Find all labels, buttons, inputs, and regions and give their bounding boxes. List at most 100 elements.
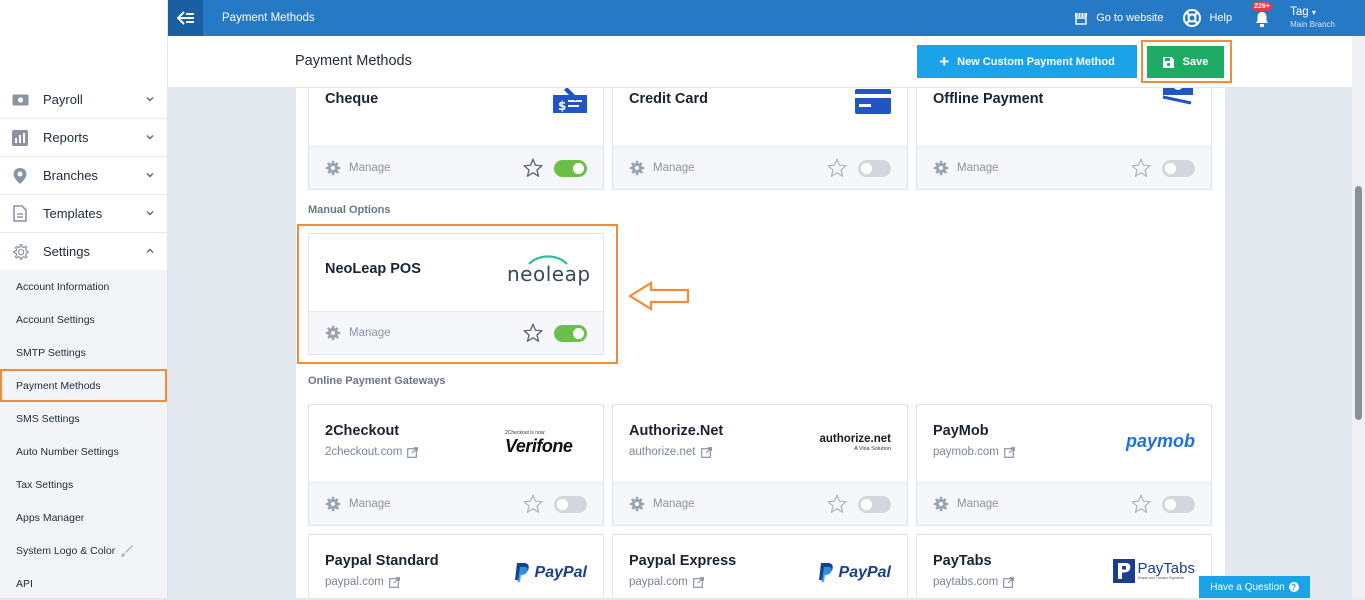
card-website-link[interactable]: paypal.com: [629, 576, 704, 588]
gear-icon: [325, 496, 341, 512]
gear-icon: [11, 243, 29, 261]
card-2checkout: 2Checkout 2checkout.com 2Checkout is now…: [308, 404, 604, 526]
toggle-knob: [861, 499, 872, 510]
paytabs-logo: PayTabs Simple and Trusted Payments: [1113, 559, 1195, 583]
card-title: Paypal Express: [629, 553, 737, 569]
help-label: Help: [1209, 12, 1233, 24]
card-paypal-standard: Paypal Standard paypal.com PayPal: [308, 534, 604, 598]
sidebar-item-account-settings[interactable]: Account Settings: [0, 303, 167, 336]
topbar-actions: Go to website Help 226+ Tag ▾ Main Branc…: [1074, 0, 1365, 36]
verifone-logo: 2Checkout is now Verifone: [505, 430, 587, 460]
card-footer: Manage: [309, 482, 603, 525]
card-title: Offline Payment: [933, 91, 1044, 107]
star-icon[interactable]: [1131, 494, 1151, 513]
manage-link[interactable]: Manage: [629, 496, 695, 512]
logo-small-text: Simple and Trusted Payments: [1137, 576, 1185, 581]
sidebar-item-label: Templates: [43, 206, 103, 221]
card-title: Paypal Standard: [325, 553, 439, 569]
help-link[interactable]: Help: [1183, 9, 1232, 27]
manage-link[interactable]: Manage: [933, 160, 999, 176]
sidebar-item-account-information[interactable]: Account Information: [0, 270, 167, 303]
caret-down-icon: ▾: [1311, 8, 1316, 18]
sidebar-item-tax-settings[interactable]: Tax Settings: [0, 468, 167, 501]
sidebar-item-api[interactable]: API: [0, 567, 167, 600]
enable-toggle[interactable]: [858, 160, 891, 177]
manage-label: Manage: [957, 162, 999, 174]
card-link-text: authorize.net: [629, 446, 696, 458]
have-a-question-button[interactable]: Have a Question ?: [1199, 576, 1310, 598]
toggle-knob: [861, 163, 872, 174]
chevron-up-icon: [146, 248, 154, 253]
logo-text: PayPal: [838, 563, 891, 581]
sidebar-item-auto-number-settings[interactable]: Auto Number Settings: [0, 435, 167, 468]
manage-label: Manage: [653, 498, 695, 510]
enable-toggle[interactable]: [1162, 496, 1195, 513]
sidebar-item-smtp-settings[interactable]: SMTP Settings: [0, 336, 167, 369]
enable-toggle[interactable]: [1162, 160, 1195, 177]
section-online-gateways: Online Payment Gateways: [308, 375, 446, 387]
manage-label: Manage: [957, 498, 999, 510]
sidebar-item-label: System Logo & Color: [16, 544, 116, 557]
sidebar-item-system-logo-color[interactable]: System Logo & Color: [0, 534, 167, 567]
card-footer: Manage: [917, 482, 1211, 525]
enable-toggle[interactable]: [858, 496, 891, 513]
card-title: Authorize.Net: [629, 423, 724, 439]
card-paypal-express: Paypal Express paypal.com PayPal: [612, 534, 908, 598]
star-icon[interactable]: [1131, 158, 1151, 177]
external-link-icon: [692, 576, 704, 588]
sidebar-item-apps-manager[interactable]: Apps Manager: [0, 501, 167, 534]
chevron-down-icon: [146, 211, 154, 216]
save-button[interactable]: Save: [1147, 46, 1224, 78]
sidebar-item-settings[interactable]: Settings: [0, 233, 167, 271]
card-website-link[interactable]: paypal.com: [325, 576, 400, 588]
user-branch: Main Branch: [1290, 19, 1335, 29]
card-website-link[interactable]: authorize.net: [629, 446, 712, 458]
manage-link[interactable]: Manage: [933, 496, 999, 512]
user-menu[interactable]: Tag ▾ Main Branch: [1290, 7, 1335, 29]
gear-icon: [325, 160, 341, 176]
collapse-sidebar-button[interactable]: [168, 0, 203, 36]
star-icon[interactable]: [523, 158, 543, 177]
manage-link[interactable]: Manage: [325, 160, 391, 176]
card-footer: Manage: [917, 146, 1211, 189]
card-credit-card: Credit Card Manage: [612, 88, 908, 190]
card-website-link[interactable]: paytabs.com: [933, 576, 1015, 588]
card-link-text: paypal.com: [629, 576, 688, 588]
logo-text: PayPal: [534, 563, 587, 581]
gear-icon: [629, 160, 645, 176]
star-icon[interactable]: [523, 494, 543, 513]
authorize-net-logo: authorize.net A Visa Solution: [809, 433, 891, 457]
external-link-icon: [1003, 446, 1015, 458]
scrollbar-thumb[interactable]: [1355, 186, 1362, 420]
gear-icon: [629, 496, 645, 512]
card-website-link[interactable]: paymob.com: [933, 446, 1015, 458]
page-scrollbar[interactable]: [1352, 36, 1365, 598]
manage-link[interactable]: Manage: [629, 160, 695, 176]
card-footer: Manage: [613, 146, 907, 189]
sidebar-item-sms-settings[interactable]: SMS Settings: [0, 402, 167, 435]
notification-count-badge: 226+: [1252, 2, 1272, 11]
enable-toggle[interactable]: [554, 496, 587, 513]
card-website-link[interactable]: 2checkout.com: [325, 446, 419, 458]
go-to-website-link[interactable]: Go to website: [1074, 12, 1163, 25]
star-icon[interactable]: [827, 494, 847, 513]
sidebar-item-branches[interactable]: Branches: [0, 157, 167, 195]
new-custom-payment-method-button[interactable]: + New Custom Payment Method: [917, 45, 1137, 78]
paypal-logo: PayPal: [514, 563, 587, 582]
sidebar: Payroll Reports Branches Templates Setti…: [0, 0, 168, 598]
sidebar-item-payment-methods[interactable]: Payment Methods: [0, 369, 167, 402]
enable-toggle[interactable]: [554, 160, 587, 177]
paytabs-p-icon: [1113, 559, 1136, 583]
sidebar-item-payroll[interactable]: Payroll: [0, 81, 167, 119]
notifications-button[interactable]: 226+: [1252, 2, 1272, 28]
logo-small-text: A Visa Solution: [854, 446, 891, 452]
section-manual-options: Manual Options: [308, 204, 391, 216]
question-icon: ?: [1288, 582, 1299, 592]
sidebar-item-reports[interactable]: Reports: [0, 119, 167, 157]
chevron-down-icon: [146, 173, 154, 178]
manage-link[interactable]: Manage: [325, 496, 391, 512]
sidebar-item-templates[interactable]: Templates: [0, 195, 167, 233]
card-footer: Manage: [309, 146, 603, 189]
star-icon[interactable]: [827, 158, 847, 177]
logo-text: paymob: [1125, 431, 1195, 451]
